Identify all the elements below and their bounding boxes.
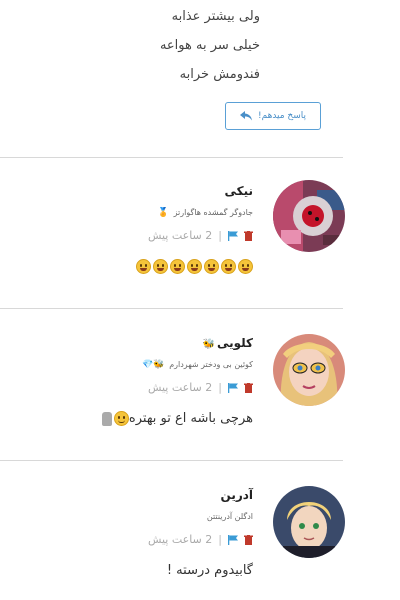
reply-button[interactable]: پاسخ میدهم! [225,102,321,130]
previous-comment-text: ولی بیشتر عذابه خیلی سر به هواعه فندومش … [20,0,260,89]
comment-time: 2 ساعت پیش [147,229,213,242]
reply-arrow-icon [239,111,252,121]
reply-button-label: پاسخ میدهم! [257,111,307,121]
comment-author[interactable]: نیکی [13,182,253,200]
comment-author[interactable]: آدرین [13,486,253,504]
divider [0,308,343,309]
comment-time: 2 ساعت پیش [147,381,213,394]
trash-icon[interactable] [244,383,253,393]
flag-icon[interactable] [228,383,238,393]
author-title-text: ادگلن آدرینتتن [206,512,253,521]
avatar-image [273,180,345,252]
comment-text-content: هرچی باشه اع تو بهتره [128,411,253,426]
divider [0,157,343,158]
trash-icon[interactable] [244,231,253,241]
author-name: نیکی [224,184,253,198]
comment-actions: | 2 ساعت پیش [13,530,253,550]
comment-item: نیکی جادوگر گمشده هاگوارتز 🏅 | 2 ساعت پی… [0,180,345,290]
emoji-icon [136,259,151,274]
avatar[interactable] [273,180,345,252]
name-badge: 🐝 [202,339,215,350]
title-badge: 🏅 [157,208,170,218]
avatar-image [273,486,345,558]
comment-line: خیلی سر به هواعه [159,38,260,53]
author-name: آدرین [220,488,253,502]
avatar-image [273,334,345,406]
avatar[interactable] [273,334,345,406]
emoji-icon [204,259,219,274]
author-title: جادوگر گمشده هاگوارتز 🏅 [13,205,253,221]
separator: | [218,533,222,546]
separator: | [218,229,222,242]
comment-item: کلویی🐝 کوئین بی ودختر شهردارم 🐝💎 | 2 ساع… [0,332,345,442]
comment-line: ولی بیشتر عذابه [171,9,260,24]
author-title: ادگلن آدرینتتن [13,509,253,525]
emoji-icon [187,259,202,274]
hand-icon [101,411,112,426]
avatar[interactable] [273,486,345,558]
comment-text-content: گابیدوم درسته ! [166,563,253,578]
comment-author[interactable]: کلویی🐝 [13,334,254,352]
separator: | [218,381,222,394]
divider [0,460,343,461]
comment-meta: کلویی🐝 کوئین بی ودختر شهردارم 🐝💎 | 2 ساع… [13,334,253,430]
author-title: کوئین بی ودختر شهردارم 🐝💎 [13,357,253,373]
comment-actions: | 2 ساعت پیش [13,226,253,246]
author-name: کلویی [216,336,253,350]
smile-emoji-icon [113,411,129,426]
author-title-text: جادوگر گمشده هاگوارتز [173,208,253,217]
author-title-text: کوئین بی ودختر شهردارم [169,360,253,369]
flag-icon[interactable] [228,535,238,545]
emoji-icon [221,259,236,274]
emoji-icon [238,259,253,274]
comment-item: آدرین ادگلن آدرینتتن | 2 ساعت پیش گابیدو… [0,484,345,594]
comment-meta: آدرین ادگلن آدرینتتن | 2 ساعت پیش گابیدو… [13,486,253,582]
comment-text: گابیدوم درسته ! [13,560,253,582]
emoji-icon [170,259,185,274]
comment-text: هرچی باشه اع تو بهتره [13,408,253,430]
comment-actions: | 2 ساعت پیش [13,378,253,398]
comment-time: 2 ساعت پیش [147,533,213,546]
comment-meta: نیکی جادوگر گمشده هاگوارتز 🏅 | 2 ساعت پی… [13,182,253,278]
flag-icon[interactable] [228,231,238,241]
emoji-icon [153,259,168,274]
trash-icon[interactable] [244,535,253,545]
title-badge: 🐝💎 [142,360,165,370]
comment-text [13,256,253,278]
comment-line: فندومش خرابه [179,67,260,82]
